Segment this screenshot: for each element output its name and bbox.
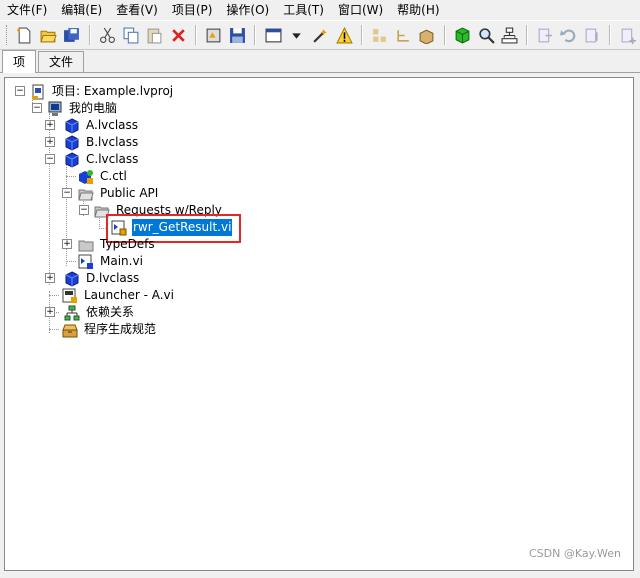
tree-connector (49, 329, 59, 330)
class-hierarchy-icon[interactable] (370, 25, 390, 45)
tree-label-c-class: C.lvclass (86, 152, 139, 166)
save-all-icon[interactable] (62, 25, 82, 45)
tree-label-build-specs: 程序生成规范 (84, 322, 157, 336)
toolbar-separator (195, 25, 198, 45)
control-icon (78, 169, 94, 185)
project-icon (30, 84, 46, 100)
tree-label-b-class: B.lvclass (86, 135, 139, 149)
tree-label-a-class: A.lvclass (86, 118, 139, 132)
warning-icon[interactable] (334, 25, 354, 45)
tree-label-c-ctl: C.ctl (100, 169, 127, 183)
toolbar-separator (609, 25, 612, 45)
tree-label-my-computer: 我的电脑 (69, 101, 118, 115)
tab-items[interactable]: 项 (2, 50, 37, 73)
toolbar-separator (88, 25, 91, 45)
paste-icon[interactable] (145, 25, 165, 45)
menu-window[interactable]: 窗口(W) (331, 0, 390, 20)
tree-item-my-computer[interactable]: − 我的电脑 (32, 100, 118, 117)
project-tabs: 项 文件 (0, 50, 640, 73)
tree-label-dependencies: 依赖关系 (86, 305, 135, 319)
cut-icon[interactable] (98, 25, 118, 45)
tree-item-b-class[interactable]: + B.lvclass (45, 134, 139, 151)
expand-toggle[interactable]: + (45, 137, 55, 147)
window-list-icon[interactable] (263, 25, 283, 45)
vi-icon (78, 254, 94, 270)
open-folder-icon[interactable] (39, 25, 59, 45)
project-tree[interactable]: − 项目: Example.lvproj − 我的电脑 + A.lvclass … (4, 77, 634, 571)
toolbar (0, 20, 640, 50)
build-specs-icon (62, 322, 78, 338)
tree-item-dependencies[interactable]: + 依赖关系 (45, 304, 135, 321)
run-icon[interactable] (204, 25, 224, 45)
copy-icon[interactable] (121, 25, 141, 45)
tree-label-main-vi: Main.vi (100, 254, 143, 268)
tree-item-a-class[interactable]: + A.lvclass (45, 117, 139, 134)
expand-toggle[interactable]: + (45, 120, 55, 130)
vi-icon (62, 288, 78, 304)
tree-label-public-api: Public API (100, 186, 159, 200)
tree-icon[interactable] (393, 25, 413, 45)
undo-icon[interactable] (559, 25, 579, 45)
folder-icon (78, 237, 94, 253)
tree-item-c-ctl[interactable]: C.ctl (78, 168, 128, 185)
computer-icon (47, 101, 63, 117)
menu-tools[interactable]: 工具(T) (276, 0, 331, 20)
toolbar-grip[interactable] (6, 25, 10, 45)
menu-edit[interactable]: 编辑(E) (54, 0, 109, 20)
delete-icon[interactable] (169, 25, 189, 45)
menu-help[interactable]: 帮助(H) (390, 0, 446, 20)
lvclass-icon (64, 117, 80, 134)
collapse-toggle[interactable]: − (15, 86, 25, 96)
tree-connector (49, 295, 59, 296)
green-cube-icon[interactable] (453, 25, 473, 45)
tree-label-launcher: Launcher - A.vi (84, 288, 174, 302)
tree-label-typedefs: TypeDefs (100, 237, 155, 251)
chevron-down-icon[interactable] (287, 25, 307, 45)
tree-item-c-class[interactable]: − C.lvclass (45, 151, 139, 168)
step-out-icon[interactable] (583, 25, 603, 45)
menu-project[interactable]: 项目(P) (165, 0, 220, 20)
tree-connector (66, 176, 76, 177)
new-icon[interactable] (15, 25, 35, 45)
tree-item-d-class[interactable]: + D.lvclass (45, 270, 140, 287)
search-icon[interactable] (476, 25, 496, 45)
tree-item-project[interactable]: − 项目: Example.lvproj (15, 83, 174, 100)
toolbar-separator (254, 25, 257, 45)
save-icon[interactable] (228, 25, 248, 45)
tree-item-launcher[interactable]: Launcher - A.vi (62, 287, 175, 304)
tree-connector (66, 261, 76, 262)
toolbar-separator (526, 25, 529, 45)
package-icon[interactable] (417, 25, 437, 45)
tree-item-main-vi[interactable]: Main.vi (78, 253, 144, 270)
menu-operate[interactable]: 操作(O) (219, 0, 276, 20)
toolbar-separator (443, 25, 446, 45)
watermark: CSDN @Kay.Wen (528, 547, 621, 560)
collapse-toggle[interactable]: − (32, 103, 42, 113)
menu-file[interactable]: 文件(F) (0, 0, 54, 20)
lvclass-icon (64, 270, 80, 287)
tree-item-typedefs[interactable]: + TypeDefs (62, 236, 156, 253)
menu-bar: 文件(F) 编辑(E) 查看(V) 项目(P) 操作(O) 工具(T) 窗口(W… (0, 0, 640, 20)
toolbar-separator (360, 25, 363, 45)
dependencies-icon (64, 305, 80, 321)
folder-open-icon (78, 186, 94, 202)
add-item-icon[interactable] (618, 25, 638, 45)
tree-label-d-class: D.lvclass (86, 271, 140, 285)
menu-view[interactable]: 查看(V) (109, 0, 165, 20)
lvclass-icon (64, 134, 80, 151)
collapse-toggle[interactable]: − (45, 154, 55, 164)
expand-toggle[interactable]: + (45, 273, 55, 283)
collapse-toggle[interactable]: − (79, 205, 89, 215)
tree-label-project: 项目: Example.lvproj (52, 84, 174, 98)
expand-toggle[interactable]: + (45, 307, 55, 317)
lvclass-icon (64, 151, 80, 168)
tree-item-public-api[interactable]: − Public API (62, 185, 159, 202)
uml-icon[interactable] (500, 25, 520, 45)
tab-files[interactable]: 文件 (38, 51, 85, 72)
wand-icon[interactable] (311, 25, 331, 45)
expand-toggle[interactable]: + (62, 239, 72, 249)
tree-item-build-specs[interactable]: 程序生成规范 (62, 321, 157, 338)
step-into-icon[interactable] (535, 25, 555, 45)
collapse-toggle[interactable]: − (62, 188, 72, 198)
